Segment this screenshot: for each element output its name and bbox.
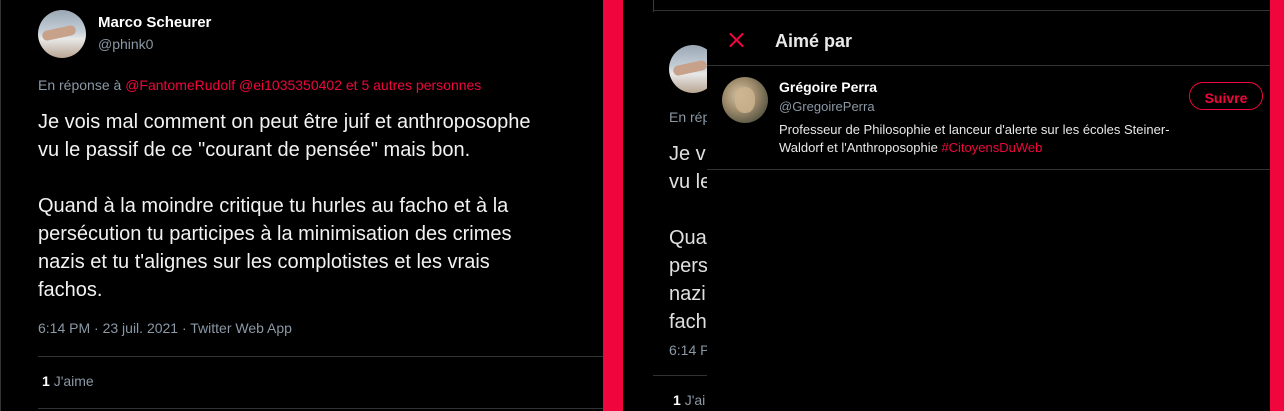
like-count-number: 1 xyxy=(673,392,681,408)
like-count-label: J'ai xyxy=(684,392,706,408)
close-icon[interactable] xyxy=(725,28,749,52)
reply-others-link[interactable]: et 5 autres personnes xyxy=(346,77,481,93)
user-name[interactable]: Grégoire Perra xyxy=(779,79,877,95)
divider xyxy=(707,169,1270,170)
tweet-timestamp-fragment: 6:14 P xyxy=(669,342,710,358)
divider xyxy=(38,408,603,409)
avatar-arm xyxy=(672,59,708,77)
like-count-number: 1 xyxy=(42,373,50,389)
avatar-face xyxy=(735,87,755,113)
like-count-label: J'aime xyxy=(53,373,94,389)
tweet-timestamp[interactable]: 6:14 PM · 23 juil. 2021 · Twitter Web Ap… xyxy=(38,320,292,336)
liked-by-modal: Aimé par Grégoire Perra @GregoirePerra S… xyxy=(707,15,1270,411)
red-edge xyxy=(1270,0,1284,411)
follow-button[interactable]: Suivre xyxy=(1189,82,1263,110)
reply-mention-1[interactable]: @FantomeRudolf xyxy=(125,77,235,93)
user-handle[interactable]: @GregoirePerra xyxy=(779,99,875,114)
author-handle[interactable]: @phink0 xyxy=(98,36,153,52)
divider xyxy=(653,10,1270,11)
author-avatar[interactable] xyxy=(38,10,86,58)
avatar-arm xyxy=(41,24,77,42)
modal-header: Aimé par xyxy=(707,15,1270,66)
bio-hashtag[interactable]: #CitoyensDuWeb xyxy=(941,140,1042,155)
reply-mention-2[interactable]: @ei1035350402 xyxy=(239,77,342,93)
like-count[interactable]: 1 J'aime xyxy=(42,373,94,389)
user-avatar[interactable] xyxy=(722,77,768,123)
red-separator xyxy=(603,0,623,411)
author-name[interactable]: Marco Scheurer xyxy=(98,14,211,31)
like-count-fragment: 1 J'ai xyxy=(673,392,705,408)
modal-title: Aimé par xyxy=(775,31,853,51)
tweet-body: Je vois mal comment on peut être juif et… xyxy=(38,111,531,301)
reply-context-fragment: En rép xyxy=(669,109,711,125)
user-bio: Professeur de Philosophie et lanceur d'a… xyxy=(779,121,1239,157)
reply-context: En réponse à @FantomeRudolf @ei103535040… xyxy=(38,77,481,93)
reply-prefix: En réponse à xyxy=(38,77,122,93)
tweet-detail-pane: Marco Scheurer @phink0 En réponse à @Fan… xyxy=(0,0,603,411)
divider xyxy=(38,356,603,357)
